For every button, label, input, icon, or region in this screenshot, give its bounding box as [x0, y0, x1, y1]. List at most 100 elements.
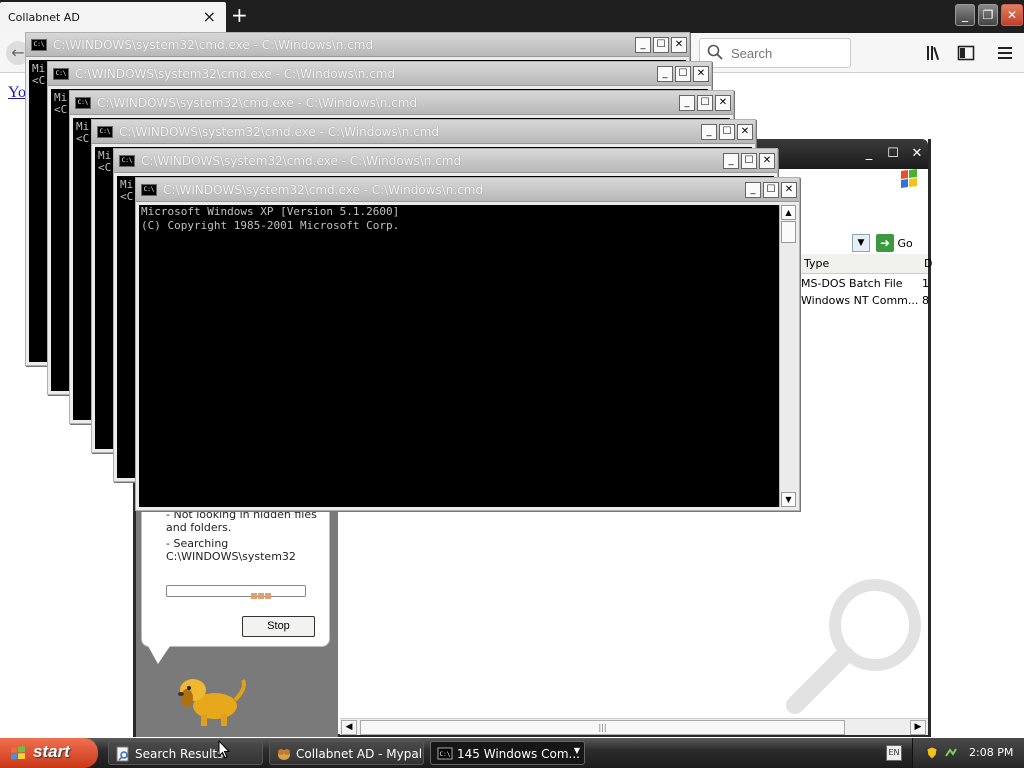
cmd-output-peek: Mi <C: [98, 149, 112, 174]
magnifier-watermark-icon: [786, 579, 921, 714]
browser-tab-strip: Collabnet AD × + _ ❐ ✕: [0, 0, 1024, 33]
cmd-vertical-scrollbar[interactable]: ▲ ▼: [779, 205, 796, 507]
group-dropdown-icon: ▼: [573, 746, 580, 755]
taskbar: start Search Results Collabnet AD - Mypa…: [0, 738, 1024, 768]
file-row[interactable]: Windows NT Comm... 8: [801, 294, 929, 307]
cmd-title: C:\WINDOWS\system32\cmd.exe - C:\Windows…: [75, 67, 396, 81]
cmd-close-button[interactable]: ✕: [759, 153, 775, 169]
cmd-close-button[interactable]: ✕: [693, 66, 709, 82]
mouse-cursor-icon: [218, 740, 230, 759]
browser-tab-collabnet[interactable]: Collabnet AD ×: [0, 2, 226, 33]
cmd-window-active[interactable]: C:\ C:\WINDOWS\system32\cmd.exe - C:\Win…: [135, 177, 800, 511]
new-tab-button[interactable]: +: [231, 3, 248, 27]
search-dog-icon[interactable]: [175, 668, 251, 728]
explorer-minimize-button[interactable]: _: [859, 145, 879, 163]
cmd-maximize-button[interactable]: ☐: [741, 153, 757, 169]
column-d[interactable]: D: [924, 257, 932, 270]
cmd-title-bar[interactable]: C:\ C:\WINDOWS\system32\cmd.exe - C:\Win…: [26, 33, 689, 57]
address-dropdown-icon[interactable]: ▼: [852, 234, 870, 252]
cmd-output-peek: Mi <C: [54, 91, 68, 116]
cmd-minimize-button[interactable]: _: [635, 37, 651, 53]
file-type: MS-DOS Batch File: [801, 277, 903, 290]
cmd-minimize-button[interactable]: _: [679, 95, 695, 111]
horizontal-scrollbar[interactable]: ◀ ||| ▶: [340, 718, 928, 735]
cmd-title-bar[interactable]: C:\ C:\WINDOWS\system32\cmd.exe - C:\Win…: [92, 120, 755, 144]
browser-minimize-button[interactable]: _: [955, 4, 975, 26]
bubble-tail: [148, 646, 170, 664]
taskbar-command-windows-group[interactable]: C:\ 145 Windows Com... ▼: [430, 741, 585, 765]
cmd-minimize-button[interactable]: _: [723, 153, 739, 169]
taskbar-button-label: 145 Windows Com...: [457, 747, 580, 761]
page-link[interactable]: Yo: [8, 84, 26, 102]
cmd-output-line: (C) Copyright 1985-2001 Microsoft Corp.: [141, 219, 400, 232]
sidebar-icon[interactable]: [957, 44, 975, 62]
stop-button[interactable]: Stop: [242, 616, 315, 637]
browser-restore-button[interactable]: ❐: [978, 4, 998, 26]
file-size: 1: [922, 277, 929, 290]
cmd-console[interactable]: Microsoft Windows XP [Version 5.1.2600] …: [139, 205, 796, 507]
cmd-minimize-button[interactable]: _: [657, 66, 673, 82]
cmd-minimize-button[interactable]: _: [745, 182, 761, 198]
taskbar-mypal-browser[interactable]: Collabnet AD - Mypal: [269, 741, 424, 765]
cmd-app-icon: C:\: [53, 68, 69, 80]
progress-indicator: [251, 588, 272, 599]
file-row[interactable]: MS-DOS Batch File 1: [801, 277, 929, 290]
cmd-title: C:\WINDOWS\system32\cmd.exe - C:\Windows…: [97, 96, 418, 110]
windows-logo-icon: [11, 746, 25, 760]
cmd-app-icon: C:\: [31, 39, 47, 51]
cmd-maximize-button[interactable]: ☐: [763, 182, 779, 198]
svg-text:C:\: C:\: [440, 751, 451, 758]
command-prompt-icon: C:\: [437, 747, 453, 760]
go-button[interactable]: ➜ Go: [876, 234, 926, 252]
column-type[interactable]: Type: [804, 257, 829, 270]
cmd-minimize-button[interactable]: _: [701, 124, 717, 140]
cmd-maximize-button[interactable]: ☐: [675, 66, 691, 82]
taskbar-search-results[interactable]: Search Results: [108, 741, 263, 765]
search-input[interactable]: [731, 44, 846, 62]
language-bar-icon[interactable]: EN: [886, 745, 902, 761]
file-size: 8: [922, 294, 929, 307]
cmd-maximize-button[interactable]: ☐: [697, 95, 713, 111]
search-progress-bar: [166, 585, 306, 599]
cmd-app-icon: C:\: [119, 155, 135, 167]
tab-close-icon[interactable]: ×: [203, 8, 216, 26]
cmd-title: C:\WINDOWS\system32\cmd.exe - C:\Windows…: [141, 154, 462, 168]
taskbar-button-label: Search Results: [135, 747, 224, 761]
scroll-left-icon[interactable]: ◀: [341, 720, 357, 735]
taskbar-button-label: Collabnet AD - Mypal: [296, 747, 423, 761]
start-button[interactable]: start: [0, 738, 98, 768]
cmd-title: C:\WINDOWS\system32\cmd.exe - C:\Windows…: [53, 38, 374, 52]
status-line: C:\WINDOWS\system32: [166, 550, 296, 563]
cmd-maximize-button[interactable]: ☐: [719, 124, 735, 140]
explorer-maximize-button[interactable]: ☐: [883, 145, 903, 163]
menu-icon[interactable]: [996, 44, 1014, 62]
network-icon[interactable]: [944, 746, 958, 760]
cmd-title-bar[interactable]: C:\ C:\WINDOWS\system32\cmd.exe - C:\Win…: [70, 91, 733, 115]
horizontal-scroll-thumb[interactable]: |||: [360, 720, 845, 735]
cmd-close-button[interactable]: ✕: [781, 182, 797, 198]
results-column-header[interactable]: Type D: [800, 254, 932, 274]
cmd-title-bar[interactable]: C:\ C:\WINDOWS\system32\cmd.exe - C:\Win…: [136, 178, 799, 202]
security-shield-icon[interactable]: [925, 746, 939, 760]
cmd-close-button[interactable]: ✕: [737, 124, 753, 140]
cmd-title-bar[interactable]: C:\ C:\WINDOWS\system32\cmd.exe - C:\Win…: [48, 62, 711, 86]
explorer-close-button[interactable]: ✕: [907, 145, 927, 163]
scroll-right-icon[interactable]: ▶: [910, 720, 926, 735]
cmd-title: C:\WINDOWS\system32\cmd.exe - C:\Windows…: [163, 183, 484, 197]
cmd-close-button[interactable]: ✕: [715, 95, 731, 111]
system-tray: 2:08 PM: [912, 738, 1024, 768]
vertical-scroll-thumb[interactable]: [781, 221, 796, 243]
library-icon[interactable]: [925, 44, 943, 62]
start-label: start: [33, 742, 70, 761]
cmd-title-bar[interactable]: C:\ C:\WINDOWS\system32\cmd.exe - C:\Win…: [114, 149, 777, 173]
scroll-up-icon[interactable]: ▲: [781, 205, 796, 220]
clock[interactable]: 2:08 PM: [969, 746, 1013, 759]
search-icon: [707, 44, 723, 60]
browser-search-box[interactable]: [699, 38, 851, 68]
go-arrow-icon: ➜: [876, 234, 894, 252]
cmd-maximize-button[interactable]: ☐: [653, 37, 669, 53]
cmd-close-button[interactable]: ✕: [671, 37, 687, 53]
browser-close-button[interactable]: ✕: [1001, 4, 1023, 26]
scroll-down-icon[interactable]: ▼: [781, 492, 796, 507]
tab-title: Collabnet AD: [8, 11, 80, 24]
